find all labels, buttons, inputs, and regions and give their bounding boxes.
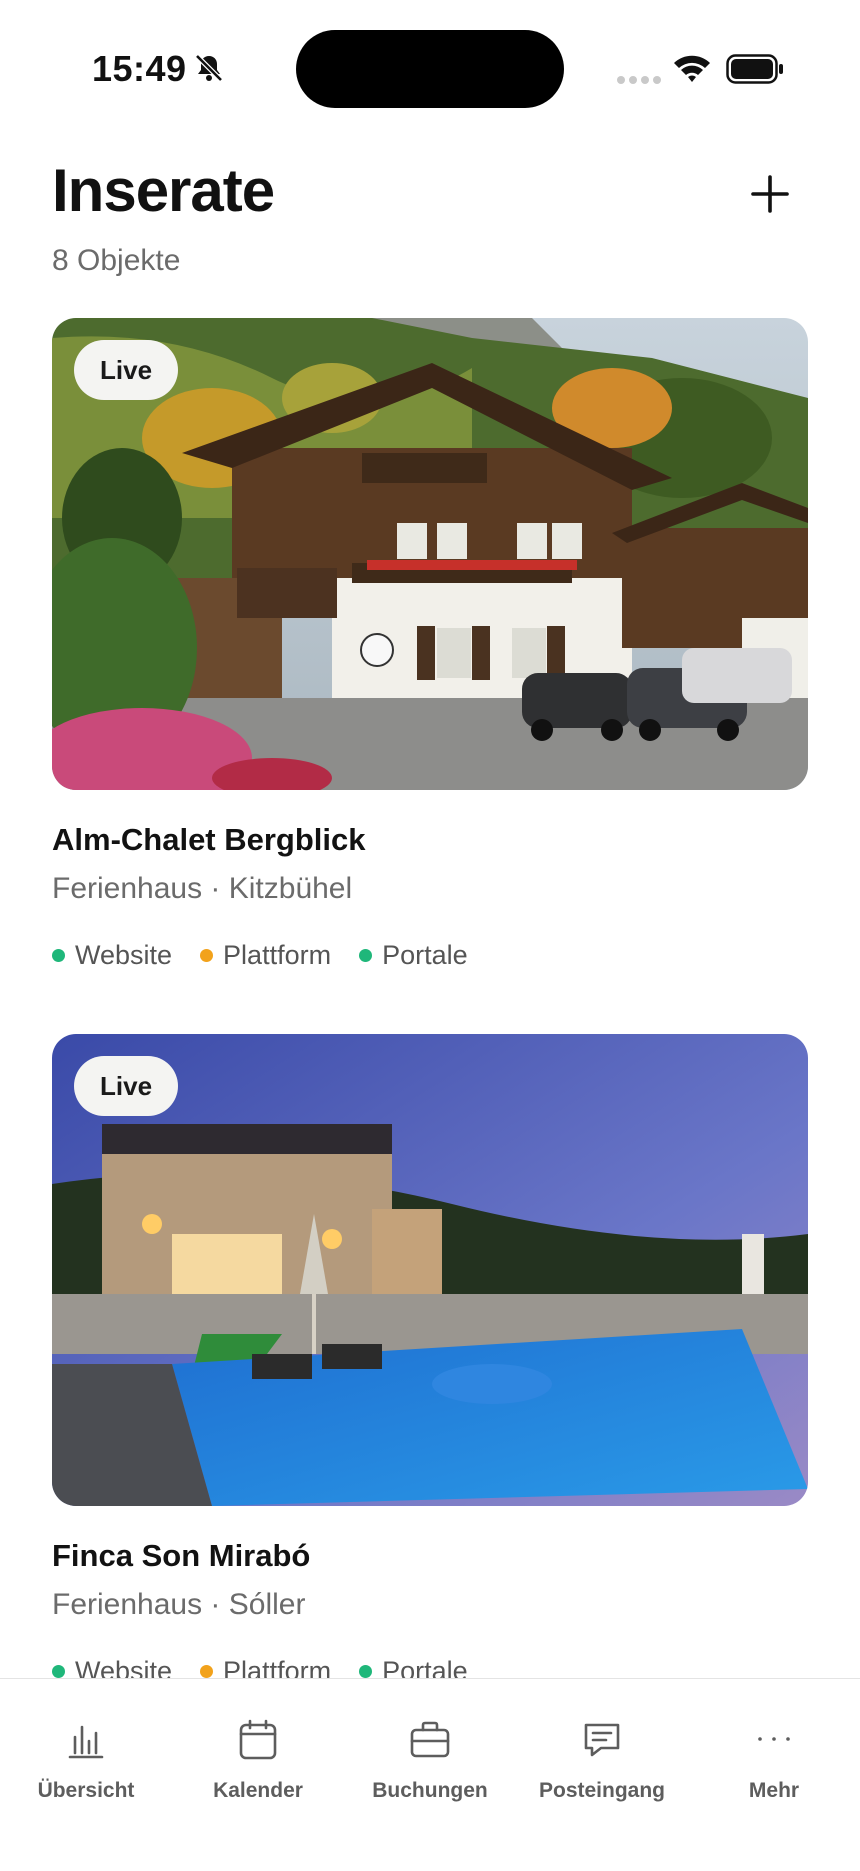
tab-overview[interactable]: Übersicht	[0, 1679, 172, 1839]
status-bar: 15:49	[0, 0, 860, 140]
status-dot	[359, 1665, 373, 1678]
tab-label: Übersicht	[37, 1779, 135, 1802]
listing-card[interactable]: Live Alm-Chalet Bergblick Ferienhaus · K…	[52, 318, 808, 970]
tab-label: Kalender	[213, 1779, 303, 1802]
channel-website: Website	[52, 940, 172, 971]
status-dot	[359, 949, 373, 962]
status-dot	[200, 1665, 214, 1678]
listing-meta: Ferienhaus · Sóller	[52, 1588, 306, 1621]
status-time: 15:49	[92, 48, 187, 89]
live-badge: Live	[74, 1056, 179, 1116]
message-icon	[584, 1723, 620, 1757]
dynamic-island	[296, 30, 564, 108]
wifi-icon	[674, 55, 710, 82]
status-dot	[52, 949, 65, 962]
channel-label: Portale	[382, 940, 468, 970]
tab-inbox[interactable]: Posteingang	[516, 1679, 688, 1839]
channel-portals: Portale	[359, 940, 468, 971]
listing-name[interactable]: Alm-Chalet Bergblick	[52, 822, 366, 858]
channel-platform: Plattform	[200, 940, 331, 971]
tab-bookings[interactable]: Buchungen	[344, 1679, 516, 1839]
tab-bar: Übersicht Kalender Buchungen Posteingang…	[0, 1678, 860, 1871]
tab-label: Mehr	[748, 1779, 800, 1802]
listing-meta: Ferienhaus · Kitzbühel	[52, 872, 353, 905]
listing-count: 8 Objekte	[52, 244, 181, 277]
channel-status-list: Website Plattform Portale	[52, 940, 468, 971]
cellular-signal-icon	[617, 76, 661, 84]
tab-label: Posteingang	[538, 1779, 665, 1802]
tab-label: Buchungen	[372, 1779, 488, 1802]
listing-photo[interactable]: Live	[52, 1034, 808, 1506]
listing-name[interactable]: Finca Son Mirabó	[52, 1538, 310, 1574]
tab-more[interactable]: Mehr	[688, 1679, 860, 1839]
briefcase-icon	[410, 1721, 450, 1758]
status-dot	[200, 949, 214, 962]
bar-chart-icon	[68, 1725, 104, 1759]
channel-label: Website	[75, 940, 173, 970]
status-dot	[52, 1665, 65, 1678]
channel-label: Plattform	[223, 940, 332, 970]
listing-photo[interactable]: Live	[52, 318, 808, 790]
page-title: Inserate	[52, 157, 275, 224]
battery-icon	[726, 54, 783, 84]
listing-card[interactable]: Live Finca Son Mirabó Ferienhaus · Sólle…	[52, 1034, 808, 1686]
calendar-icon	[239, 1719, 277, 1760]
more-dots-icon	[758, 1737, 790, 1741]
tab-calendar[interactable]: Kalender	[172, 1679, 344, 1839]
add-listing-button[interactable]	[746, 170, 794, 218]
live-badge: Live	[74, 340, 179, 400]
silent-bell-icon	[195, 54, 223, 82]
